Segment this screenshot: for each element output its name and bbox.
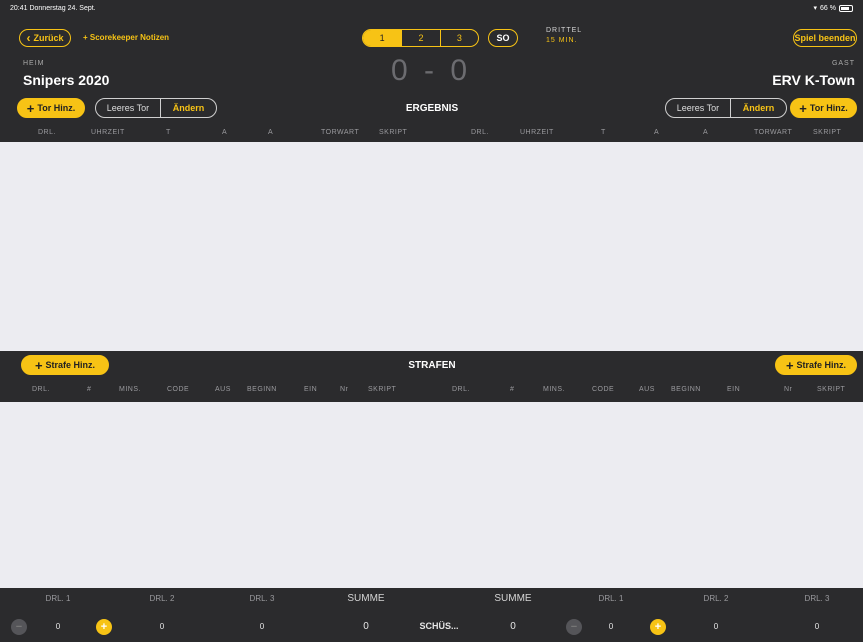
pcol-home-in: EIN: [304, 386, 318, 393]
away-add-penalty-label: Strafe Hinz.: [796, 360, 847, 370]
plus-icon: +: [26, 100, 35, 116]
shots-home-total-header: SUMME: [347, 593, 385, 604]
pcol-away-mins: MINS.: [543, 386, 565, 393]
col-away-goal: T: [601, 129, 606, 136]
home-goal-options: Leeres Tor Ändern: [95, 98, 217, 118]
col-away-assist1: A: [654, 129, 660, 136]
away-add-penalty-button[interactable]: + Strafe Hinz.: [775, 355, 857, 375]
shots-label: SCHÜS...: [419, 621, 459, 631]
col-away-time: UHRZEIT: [520, 129, 554, 136]
status-right: ▾ 66 %: [814, 4, 853, 12]
pcol-home-nr: Nr: [340, 386, 349, 393]
col-home-goal: T: [166, 129, 171, 136]
home-add-penalty-label: Strafe Hinz.: [45, 360, 96, 370]
score-display: 0 - 0: [390, 54, 472, 87]
pcol-away-start: BEGINN: [671, 386, 701, 393]
away-shot-decrement-button[interactable]: −: [566, 619, 582, 635]
col-home-time: UHRZEIT: [91, 129, 125, 136]
penalties-bar: [0, 351, 863, 402]
away-shots-period1: 0: [608, 622, 614, 631]
pcol-away-script: SKRIPT: [817, 386, 846, 393]
plus-icon: +: [785, 357, 794, 373]
home-empty-net-button[interactable]: Leeres Tor: [96, 99, 160, 117]
shots-home-period2-header: DRL. 2: [149, 594, 175, 603]
col-away-script: SKRIPT: [813, 129, 842, 136]
home-shots-period3: 0: [259, 622, 265, 631]
home-shots-period1: 0: [55, 622, 61, 631]
col-home-assist1: A: [222, 129, 228, 136]
col-home-assist2: A: [268, 129, 274, 136]
home-add-goal-label: Tor Hinz.: [37, 103, 76, 113]
home-add-penalty-button[interactable]: + Strafe Hinz.: [21, 355, 109, 375]
away-change-button[interactable]: Ändern: [729, 99, 786, 117]
pcol-away-period: DRL.: [452, 386, 470, 393]
shootout-button[interactable]: SO: [488, 29, 518, 47]
period-3-tab[interactable]: 3: [439, 30, 478, 46]
result-title: ERGEBNIS: [405, 103, 459, 114]
pcol-home-out: AUS: [215, 386, 231, 393]
period-title: DRITTEL: [546, 27, 583, 34]
col-home-goalie: TORWART: [321, 129, 360, 136]
pcol-home-period: DRL.: [32, 386, 50, 393]
period-2-tab[interactable]: 2: [401, 30, 439, 46]
back-label: Zurück: [33, 33, 64, 43]
pcol-away-nr: Nr: [784, 386, 793, 393]
pcol-away-code: CODE: [592, 386, 615, 393]
away-shots-period2: 0: [713, 622, 719, 631]
pcol-home-start: BEGINN: [247, 386, 277, 393]
col-away-period: DRL.: [471, 129, 489, 136]
pcol-home-code: CODE: [167, 386, 190, 393]
end-game-button[interactable]: Spiel beenden: [793, 29, 857, 47]
period-1-tab[interactable]: 1: [363, 30, 402, 46]
home-shots-period2: 0: [159, 622, 165, 631]
col-home-script: SKRIPT: [379, 129, 408, 136]
penalties-title: STRAFEN: [408, 360, 456, 371]
col-home-period: DRL.: [38, 129, 56, 136]
home-shot-decrement-button[interactable]: −: [11, 619, 27, 635]
home-label: HEIM: [23, 60, 45, 67]
shots-away-period1-header: DRL. 1: [598, 594, 624, 603]
home-team-name: Snipers 2020: [23, 72, 110, 88]
pcol-home-number: #: [87, 386, 92, 393]
pcol-away-in: EIN: [727, 386, 741, 393]
status-time: 20:41 Donnerstag 24. Sept.: [10, 5, 96, 12]
result-list: [0, 142, 863, 351]
pcol-away-number: #: [510, 386, 515, 393]
period-duration: 15 MIN.: [546, 37, 578, 44]
back-button[interactable]: ‹ Zurück: [19, 29, 71, 47]
battery-percent: 66 %: [820, 4, 836, 12]
wifi-icon: ▾: [813, 5, 818, 12]
scorekeeper-notes-link[interactable]: + Scorekeeper Notizen: [83, 33, 169, 42]
away-empty-net-button[interactable]: Leeres Tor: [666, 99, 730, 117]
shots-home-period1-header: DRL. 1: [45, 594, 71, 603]
home-add-goal-button[interactable]: + Tor Hinz.: [17, 98, 85, 118]
home-shots-total: 0: [363, 621, 369, 632]
home-change-button[interactable]: Ändern: [159, 99, 216, 117]
shots-home-period3-header: DRL. 3: [249, 594, 275, 603]
away-shots-total: 0: [510, 621, 516, 632]
away-goal-options: Leeres Tor Ändern: [665, 98, 787, 118]
battery-icon: [839, 4, 853, 12]
home-shot-increment-button[interactable]: +: [96, 619, 112, 635]
plus-icon: +: [34, 357, 43, 373]
plus-icon: +: [799, 100, 807, 116]
shots-away-period2-header: DRL. 2: [703, 594, 729, 603]
shots-away-total-header: SUMME: [494, 593, 532, 604]
away-add-goal-label: Tor Hinz.: [809, 103, 848, 113]
pcol-home-script: SKRIPT: [368, 386, 397, 393]
away-label: GAST: [831, 60, 855, 67]
period-selector: 1 2 3: [362, 29, 479, 47]
away-team-name: ERV K-Town: [772, 72, 855, 88]
col-away-assist2: A: [703, 129, 709, 136]
away-add-goal-button[interactable]: + Tor Hinz.: [790, 98, 857, 118]
pcol-home-mins: MINS.: [119, 386, 141, 393]
away-shots-period3: 0: [814, 622, 820, 631]
away-shot-increment-button[interactable]: +: [650, 619, 666, 635]
penalties-list: [0, 402, 863, 588]
col-away-goalie: TORWART: [754, 129, 793, 136]
shots-away-period3-header: DRL. 3: [804, 594, 830, 603]
pcol-away-out: AUS: [639, 386, 655, 393]
chevron-left-icon: ‹: [26, 31, 31, 45]
